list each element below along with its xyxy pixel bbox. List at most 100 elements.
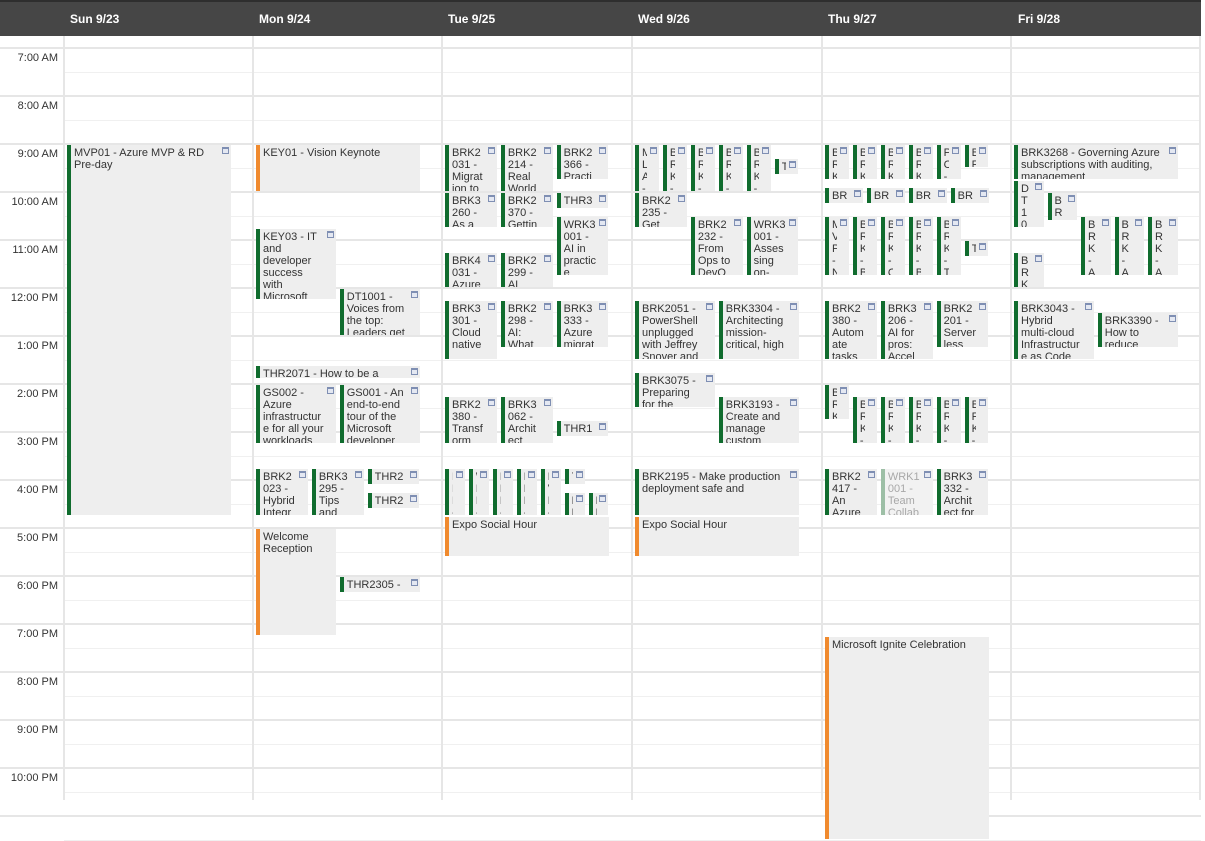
- calendar-event[interactable]: Expo Social Hour: [635, 517, 799, 556]
- calendar-event[interactable]: Welcome Reception: [256, 529, 336, 635]
- calendar-event[interactable]: BRK3075 - Preparing for the: [635, 373, 715, 407]
- calendar-event[interactable]: KEY03 - IT and developer success with Mi…: [256, 229, 336, 299]
- trash-icon[interactable]: [326, 387, 334, 394]
- calendar-event[interactable]: THR2190: [367, 493, 420, 508]
- trash-icon[interactable]: [923, 399, 931, 406]
- calendar-event[interactable]: BRK2417 - An Azure DevOps: [825, 469, 877, 515]
- trash-icon[interactable]: [951, 399, 959, 406]
- calendar-event[interactable]: BRK3301 - Cloud native: [445, 301, 497, 359]
- calendar-event[interactable]: BRK2201 - Serverless: [936, 301, 989, 347]
- calendar-event[interactable]: BRK3304 - Architecting mission-critical,…: [718, 301, 799, 359]
- calendar-event[interactable]: Expo Social Hour: [445, 517, 609, 556]
- calendar-event[interactable]: WRK3001 - Assessing on-: [746, 217, 799, 275]
- trash-icon[interactable]: [789, 471, 797, 478]
- trash-icon[interactable]: [979, 303, 987, 310]
- trash-icon[interactable]: [487, 255, 495, 262]
- trash-icon[interactable]: [839, 219, 847, 226]
- trash-icon[interactable]: [733, 147, 741, 154]
- trash-icon[interactable]: [895, 399, 903, 406]
- calendar-event[interactable]: BRK2380 - Automate tasks: [825, 301, 877, 359]
- trash-icon[interactable]: [867, 471, 875, 478]
- trash-icon[interactable]: [543, 147, 551, 154]
- trash-icon[interactable]: [410, 367, 418, 375]
- trash-icon[interactable]: [705, 375, 713, 382]
- day-header-sun[interactable]: Sun 9/23: [70, 12, 119, 26]
- calendar-event[interactable]: BRK2366 - Practical: [556, 145, 609, 179]
- trash-icon[interactable]: [979, 471, 987, 478]
- trash-icon[interactable]: [789, 219, 797, 226]
- trash-icon[interactable]: [543, 399, 551, 406]
- calendar-event[interactable]: GS001 - An end-to-end tour of the Micros…: [339, 385, 420, 443]
- calendar-event[interactable]: THR: [564, 469, 585, 484]
- trash-icon[interactable]: [410, 291, 418, 298]
- calendar-event[interactable]: BRK3268 - Governing Azure subscriptions …: [1014, 145, 1178, 179]
- trash-icon[interactable]: [487, 399, 495, 406]
- calendar-event[interactable]: BRK - An intro: [1081, 217, 1111, 275]
- calendar-event[interactable]: DT1002 - In con: [1014, 181, 1044, 227]
- trash-icon[interactable]: [410, 579, 418, 586]
- calendar-event[interactable]: BRK3193 - Create and manage custom image…: [718, 397, 799, 443]
- calendar-event[interactable]: Microsoft Ignite Celebration: [825, 637, 989, 839]
- calendar-event[interactable]: MLA - Use Gro: [635, 145, 659, 191]
- calendar-event[interactable]: THR3075: [556, 193, 609, 208]
- day-header-wed[interactable]: Wed 9/26: [638, 12, 690, 26]
- trash-icon[interactable]: [1034, 183, 1042, 190]
- calendar-event[interactable]: BRK3332 - Architect for: [936, 469, 989, 515]
- trash-icon[interactable]: [895, 190, 903, 198]
- calendar-event[interactable]: BRK - Aut you: [1114, 217, 1144, 275]
- calendar-event[interactable]: THR2071 - How to be a: [256, 365, 420, 379]
- calendar-event[interactable]: BRK -: [1047, 193, 1077, 220]
- calendar-event[interactable]: MVP - N Pc: [825, 217, 849, 275]
- trash-icon[interactable]: [543, 195, 551, 202]
- calendar-event[interactable]: BRK - D th: [908, 145, 933, 179]
- trash-icon[interactable]: [789, 303, 797, 310]
- calendar-event[interactable]: BRK - Ta th: [852, 145, 877, 179]
- trash-icon[interactable]: [599, 495, 607, 502]
- calendar-event[interactable]: BRK: [908, 188, 947, 203]
- calendar-event[interactable]: BRK2031 - Migration to: [445, 145, 497, 191]
- calendar-event[interactable]: BRK: [588, 493, 609, 515]
- calendar-event[interactable]: DT1001 - Voices from the top: Leaders ge…: [339, 289, 420, 335]
- calendar-event[interactable]: BRK3260 - As a server: [445, 193, 497, 227]
- calendar-event[interactable]: BRK - IT: [445, 469, 465, 515]
- trash-icon[interactable]: [867, 303, 875, 310]
- trash-icon[interactable]: [1168, 315, 1176, 322]
- trash-icon[interactable]: [733, 219, 741, 226]
- calendar-event[interactable]: BRK2299 - AI oriented: [500, 253, 553, 287]
- day-header-fri[interactable]: Fri 9/28: [1018, 12, 1060, 26]
- calendar-event[interactable]: BRK - The gui: [690, 145, 715, 191]
- trash-icon[interactable]: [705, 147, 713, 154]
- calendar-event[interactable]: BRK - Azu Fire: [1148, 217, 1178, 275]
- trash-icon[interactable]: [867, 147, 875, 154]
- calendar-event[interactable]: KEY01 - Vision Keynote: [256, 145, 420, 191]
- trash-icon[interactable]: [839, 387, 847, 394]
- trash-icon[interactable]: [895, 219, 903, 226]
- trash-icon[interactable]: [649, 147, 657, 154]
- trash-icon[interactable]: [923, 219, 931, 226]
- calendar-event[interactable]: BRK - Azu Sec: [718, 145, 743, 191]
- calendar-event[interactable]: BRK2298 - AI: What: [500, 301, 553, 347]
- trash-icon[interactable]: [951, 147, 959, 154]
- calendar-event[interactable]: BRK: [564, 493, 585, 515]
- calendar-event[interactable]: THR2305 -: [339, 577, 420, 592]
- trash-icon[interactable]: [551, 471, 559, 478]
- trash-icon[interactable]: [761, 147, 769, 154]
- trash-icon[interactable]: [937, 190, 945, 198]
- trash-icon[interactable]: [503, 471, 511, 478]
- calendar-event[interactable]: BRK - Fu: [492, 469, 513, 515]
- calendar-grid[interactable]: 7:00 AM 8:00 AM 9:00 AM 10:00 AM 11:00 AM 12:…: [0, 36, 1201, 841]
- trash-icon[interactable]: [923, 147, 931, 154]
- trash-icon[interactable]: [895, 147, 903, 154]
- calendar-event[interactable]: BRK3043 - Hybrid multi-cloud Infrastruct…: [1014, 301, 1094, 359]
- trash-icon[interactable]: [979, 399, 987, 406]
- trash-icon[interactable]: [487, 147, 495, 154]
- trash-icon[interactable]: [839, 147, 847, 154]
- calendar-event[interactable]: BRK - Fu: [516, 469, 537, 515]
- calendar-event[interactable]: BRK: [950, 188, 989, 203]
- trash-icon[interactable]: [1084, 303, 1092, 310]
- calendar-event[interactable]: BRK - St av: [880, 145, 905, 179]
- trash-icon[interactable]: [354, 471, 362, 478]
- trash-icon[interactable]: [599, 303, 607, 310]
- trash-icon[interactable]: [527, 471, 535, 478]
- calendar-event[interactable]: THR2211: [367, 469, 420, 484]
